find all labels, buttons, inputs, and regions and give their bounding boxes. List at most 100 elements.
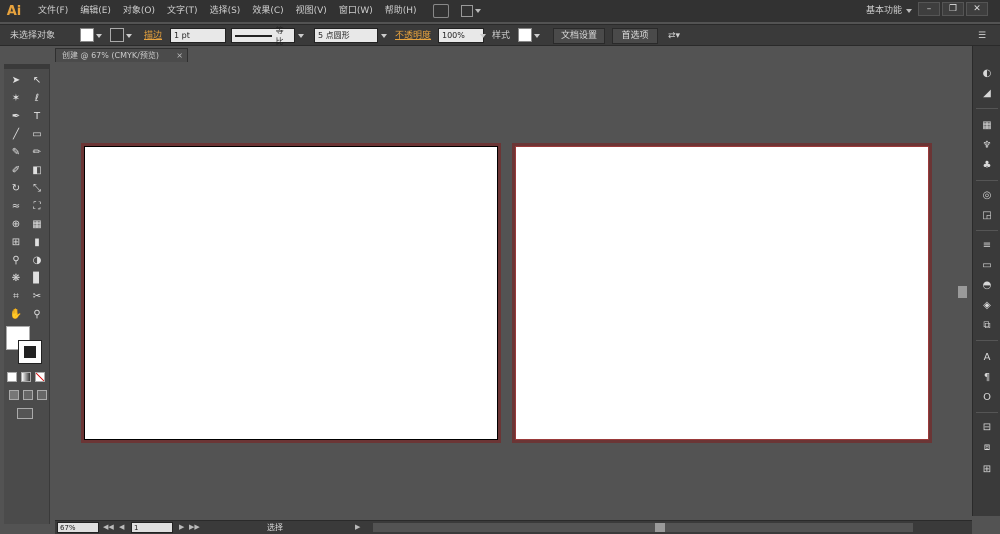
blend-icon[interactable]: ◑ xyxy=(28,252,46,268)
swatches-panel-icon[interactable]: ▦ xyxy=(979,118,995,132)
stroke-panel-link[interactable]: 描边 xyxy=(144,28,162,44)
chevron-down-icon[interactable] xyxy=(126,34,132,38)
gradient-mode-icon[interactable] xyxy=(21,372,31,382)
symbols-panel-icon[interactable]: ♣ xyxy=(979,158,995,172)
menu-select[interactable]: 选择(S) xyxy=(204,0,247,22)
color-mode-icon[interactable] xyxy=(7,372,17,382)
rotate-icon[interactable]: ↻ xyxy=(7,180,25,196)
menu-window[interactable]: 窗口(W) xyxy=(333,0,379,22)
menu-help[interactable]: 帮助(H) xyxy=(379,0,423,22)
minimize-button[interactable]: – xyxy=(918,2,940,16)
brush-definition-field[interactable]: 5 点圆形 xyxy=(314,28,378,43)
preferences-button[interactable]: 首选项 xyxy=(612,28,658,44)
character-panel-icon[interactable]: A xyxy=(979,350,995,364)
menu-object[interactable]: 对象(O) xyxy=(117,0,161,22)
selection-icon[interactable]: ➤ xyxy=(7,72,25,88)
artboard-1[interactable] xyxy=(84,146,498,440)
layers-panel-icon[interactable]: ◈ xyxy=(979,298,995,312)
panel-menu-icon[interactable]: ☰ xyxy=(978,28,986,44)
arrange-documents-icon[interactable] xyxy=(460,4,483,18)
graphic-styles-icon[interactable]: ◲ xyxy=(979,208,995,222)
bridge-icon[interactable] xyxy=(432,4,449,18)
chevron-down-icon[interactable] xyxy=(298,34,304,38)
zoom-field[interactable]: 67% xyxy=(57,522,99,533)
shape-builder-icon[interactable]: ⊕ xyxy=(7,216,25,232)
eraser-icon[interactable]: ◧ xyxy=(28,162,46,178)
artboard-icon[interactable]: ⌗ xyxy=(7,288,25,304)
type-icon[interactable]: T xyxy=(28,108,46,124)
maximize-button[interactable]: ❐ xyxy=(942,2,964,16)
draw-inside-icon[interactable] xyxy=(37,390,47,400)
artboards-panel-icon[interactable]: ⧉ xyxy=(979,318,995,332)
warp-icon[interactable]: ≈ xyxy=(7,198,25,214)
pencil-icon[interactable]: ✏ xyxy=(28,144,46,160)
transparency-panel-icon[interactable]: ◓ xyxy=(979,278,995,292)
rectangle-icon[interactable]: ▭ xyxy=(28,126,46,142)
graph-icon[interactable]: ▊ xyxy=(28,270,46,286)
artboard-number-field[interactable]: 1 xyxy=(131,522,173,533)
transform-panel-icon[interactable]: ⊞ xyxy=(979,462,995,476)
gradient-panel-icon[interactable]: ▭ xyxy=(979,258,995,272)
opacity-panel-link[interactable]: 不透明度 xyxy=(395,28,431,44)
stroke-color-swatch[interactable] xyxy=(110,28,124,42)
stroke-weight-field[interactable]: 1 pt xyxy=(170,28,226,43)
fill-color-swatch[interactable] xyxy=(80,28,94,42)
pathfinder-panel-icon[interactable]: ⧈ xyxy=(979,440,995,454)
brushes-panel-icon[interactable]: ♆ xyxy=(979,138,995,152)
eyedropper-icon[interactable]: ⚲ xyxy=(7,252,25,268)
last-artboard-button[interactable]: ▶▶ xyxy=(189,522,200,533)
next-artboard-button[interactable]: ▶ xyxy=(179,522,184,533)
document-tab[interactable]: 创建 @ 67% (CMYK/预览) × xyxy=(55,48,188,62)
canvas-area[interactable] xyxy=(55,62,967,520)
draw-normal-icon[interactable] xyxy=(9,390,19,400)
previous-artboard-button[interactable]: ◀ xyxy=(119,522,124,533)
workspace-switcher[interactable]: 基本功能 xyxy=(866,0,913,22)
panel-grip[interactable] xyxy=(4,64,50,69)
document-setup-button[interactable]: 文档设置 xyxy=(553,28,605,44)
free-transform-icon[interactable]: ⛶ xyxy=(28,198,46,214)
menu-view[interactable]: 视图(V) xyxy=(290,0,333,22)
chevron-down-icon[interactable] xyxy=(96,34,102,38)
chevron-down-icon[interactable] xyxy=(480,34,486,38)
menu-type[interactable]: 文字(T) xyxy=(161,0,204,22)
artboard-2[interactable] xyxy=(515,146,929,440)
chevron-down-icon[interactable] xyxy=(381,34,387,38)
paintbrush-icon[interactable]: ✎ xyxy=(7,144,25,160)
stroke-swatch[interactable] xyxy=(18,340,42,364)
color-guide-icon[interactable]: ◢ xyxy=(979,86,995,100)
menu-file[interactable]: 文件(F) xyxy=(32,0,74,22)
direct-selection-icon[interactable]: ↖ xyxy=(28,72,46,88)
menu-effect[interactable]: 效果(C) xyxy=(246,0,289,22)
close-button[interactable]: ✕ xyxy=(966,2,988,16)
pen-icon[interactable]: ✒ xyxy=(7,108,25,124)
chevron-down-icon[interactable] xyxy=(534,34,540,38)
scrollbar-thumb[interactable] xyxy=(958,286,967,298)
magic-wand-icon[interactable]: ✶ xyxy=(7,90,25,106)
menu-edit[interactable]: 编辑(E) xyxy=(74,0,117,22)
symbol-sprayer-icon[interactable]: ❋ xyxy=(7,270,25,286)
stroke-panel-icon[interactable]: ≡ xyxy=(979,238,995,252)
lasso-icon[interactable]: ℓ xyxy=(28,90,46,106)
opacity-field[interactable]: 100% xyxy=(438,28,484,43)
first-artboard-button[interactable]: ◀◀ xyxy=(103,522,114,533)
screen-mode-icon[interactable] xyxy=(17,408,33,419)
paragraph-panel-icon[interactable]: ¶ xyxy=(979,370,995,384)
blob-brush-icon[interactable]: ✐ xyxy=(7,162,25,178)
line-icon[interactable]: ╱ xyxy=(7,126,25,142)
graphic-style-swatch[interactable] xyxy=(518,28,532,42)
close-icon[interactable]: × xyxy=(176,49,183,62)
scrollbar-thumb[interactable] xyxy=(655,523,665,532)
color-panel-icon[interactable]: ◐ xyxy=(979,66,995,80)
variable-width-profile[interactable]: 等比 xyxy=(231,26,295,46)
arrange-icon[interactable]: ⇄▾ xyxy=(668,28,680,44)
scale-icon[interactable]: ⤡ xyxy=(28,180,46,196)
opentype-panel-icon[interactable]: O xyxy=(979,390,995,404)
appearance-panel-icon[interactable]: ◎ xyxy=(979,188,995,202)
none-mode-icon[interactable] xyxy=(35,372,45,382)
draw-behind-icon[interactable] xyxy=(23,390,33,400)
status-menu-icon[interactable]: ▶ xyxy=(355,522,360,533)
horizontal-scrollbar[interactable] xyxy=(373,523,913,532)
perspective-icon[interactable]: ▦ xyxy=(28,216,46,232)
gradient-icon[interactable]: ▮ xyxy=(28,234,46,250)
zoom-icon[interactable]: ⚲ xyxy=(28,306,46,322)
